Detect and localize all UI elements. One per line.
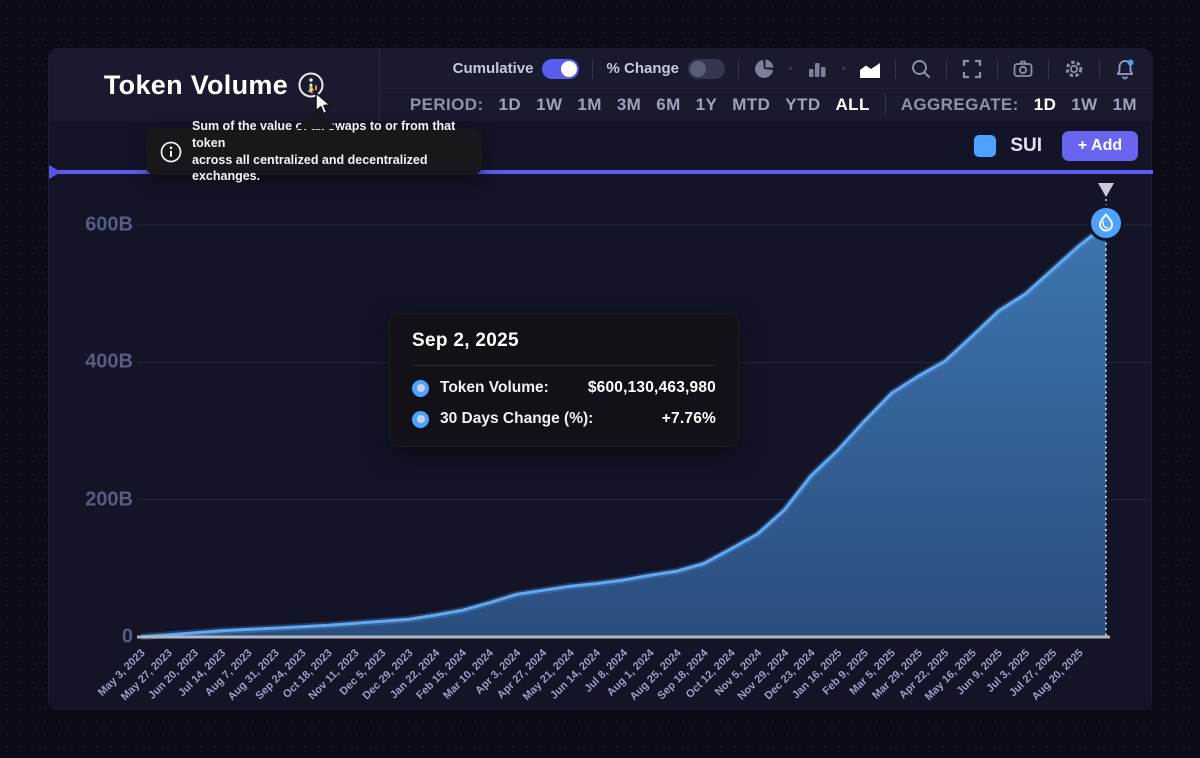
tooltip-date: Sep 2, 2025: [412, 330, 716, 352]
divider: [1048, 59, 1049, 79]
period-option-mtd[interactable]: MTD: [732, 95, 770, 115]
chart-toolbar: Cumulative % Change: [380, 49, 1153, 89]
period-label: PERIOD:: [410, 95, 484, 115]
info-icon: [160, 141, 182, 163]
chart-tooltip: Sep 2, 2025 Token Volume: $600,130,463,9…: [389, 313, 739, 447]
y-tick-400B: 400B: [63, 351, 133, 374]
tooltip-volume-label: Token Volume:: [440, 379, 549, 397]
aggregate-option-1d[interactable]: 1D: [1034, 95, 1057, 115]
y-tick-600B: 600B: [63, 214, 133, 237]
tooltip-volume-value: $600,130,463,980: [588, 379, 716, 397]
separator-dot: [789, 67, 792, 70]
period-option-3m[interactable]: 3M: [617, 95, 641, 115]
period-options: 1D 1W 1M 3M 6M 1Y MTD YTD ALL: [499, 95, 870, 115]
token-dot-icon: [412, 380, 429, 397]
period-option-1w[interactable]: 1W: [536, 95, 562, 115]
tooltip-row-change: 30 Days Change (%): +7.76%: [412, 410, 716, 428]
period-option-1y[interactable]: 1Y: [696, 95, 718, 115]
aggregate-option-1w[interactable]: 1W: [1071, 95, 1097, 115]
percent-change-label: % Change: [606, 60, 679, 77]
period-option-ytd[interactable]: YTD: [785, 95, 820, 115]
cumulative-toggle[interactable]: [542, 59, 579, 79]
divider: [1099, 59, 1100, 79]
area-chart-icon-active[interactable]: [858, 57, 882, 81]
brush-handle-icon[interactable]: [49, 165, 61, 179]
tooltip-row-volume: Token Volume: $600,130,463,980: [412, 379, 716, 397]
tooltip-change-label: 30 Days Change (%):: [440, 410, 593, 428]
period-option-all[interactable]: ALL: [836, 95, 870, 115]
divider: [885, 94, 886, 116]
info-tooltip: Sum of the value of all swaps to or from…: [146, 128, 482, 175]
divider: [738, 59, 739, 79]
separator-dot: [842, 67, 845, 70]
sui-legend-swatch[interactable]: [974, 135, 996, 157]
tooltip-divider: [412, 365, 716, 366]
y-tick-200B: 200B: [63, 488, 133, 511]
mouse-cursor-icon: [307, 85, 337, 117]
percent-change-toggle-group: % Change: [606, 59, 725, 79]
aggregate-options: 1D 1W 1M: [1034, 95, 1137, 115]
cumulative-toggle-group: Cumulative: [453, 59, 580, 79]
header-right: Cumulative % Change: [380, 49, 1153, 121]
token-volume-panel: 0200B400B600B May 3, 2023May 27, 2023Jun…: [48, 48, 1152, 710]
period-option-1d[interactable]: 1D: [499, 95, 522, 115]
divider: [895, 59, 896, 79]
bar-chart-icon[interactable]: [805, 57, 829, 81]
y-tick-0: 0: [63, 626, 133, 649]
period-option-6m[interactable]: 6M: [656, 95, 680, 115]
token-dot-icon: [412, 411, 429, 428]
tooltip-change-value: +7.76%: [662, 410, 716, 428]
notifications-bell-icon[interactable]: [1113, 57, 1137, 81]
search-icon[interactable]: [909, 57, 933, 81]
aggregate-option-1m[interactable]: 1M: [1113, 95, 1137, 115]
add-token-button[interactable]: + Add: [1062, 131, 1138, 161]
fullscreen-icon[interactable]: [960, 57, 984, 81]
period-aggregate-row: PERIOD: 1D 1W 1M 3M 6M 1Y MTD YTD ALL AGGREGATE:…: [380, 89, 1153, 121]
panel-header: Token Volume Cumulative % Change: [49, 49, 1153, 121]
cumulative-label: Cumulative: [453, 60, 534, 77]
divider: [592, 59, 593, 79]
settings-gear-icon[interactable]: [1062, 57, 1086, 81]
camera-icon[interactable]: [1011, 57, 1035, 81]
divider: [946, 59, 947, 79]
divider: [997, 59, 998, 79]
period-option-1m[interactable]: 1M: [577, 95, 601, 115]
aggregate-label: AGGREGATE:: [901, 95, 1019, 115]
page-title: Token Volume: [104, 70, 288, 101]
pie-chart-icon[interactable]: [752, 57, 776, 81]
sui-legend-label[interactable]: SUI: [1010, 135, 1042, 157]
page-background: { "header": { "title": "Token Volume", "…: [0, 0, 1200, 758]
percent-change-toggle[interactable]: [688, 59, 725, 79]
